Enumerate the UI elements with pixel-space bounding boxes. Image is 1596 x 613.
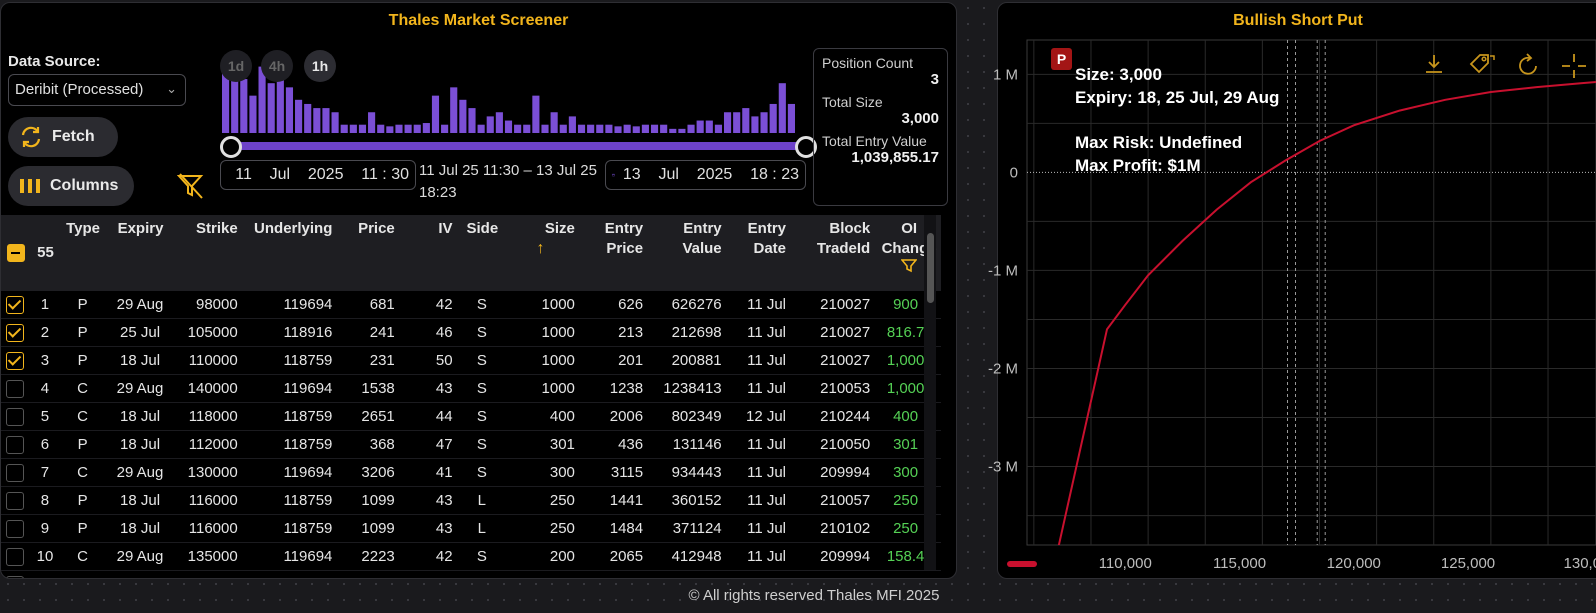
y-tick-label: -3 M [988,459,1018,476]
tag-icon[interactable] [1468,52,1496,78]
payoff-chart[interactable]: 110,000 115,000 120,000 125,000 130,0 1 M 0 -1 … [0,0,1596,613]
series-legend-swatch[interactable] [1007,561,1037,567]
x-tick-label: 120,000 [1327,555,1381,572]
y-tick-label: 1 M [993,66,1018,83]
x-tick-label: 130,0 [1564,555,1596,572]
y-tick-label: 0 [1010,164,1018,181]
max-profit-line: Max Profit: $1M [1075,156,1201,175]
crosshair-icon[interactable] [1560,52,1588,80]
strategy-info: Size: 3,000 Expiry: 18, 25 Jul, 29 Aug M… [1075,63,1279,177]
x-tick-label: 110,000 [1099,555,1152,572]
y-tick-label: -1 M [988,262,1018,279]
x-tick-label: 115,000 [1213,555,1266,572]
expiry-line: Expiry: 18, 25 Jul, 29 Aug [1075,88,1280,107]
x-tick-label: 125,000 [1441,555,1495,572]
size-line: Size: 3,000 [1075,65,1162,84]
reset-icon[interactable] [1515,52,1541,78]
y-tick-label: -2 M [988,360,1018,377]
max-risk-line: Max Risk: Undefined [1075,133,1243,152]
put-badge: P [1051,48,1072,70]
download-icon[interactable] [1422,52,1446,76]
footer-copyright: © All rights reserved Thales MFI 2025 [688,587,940,604]
